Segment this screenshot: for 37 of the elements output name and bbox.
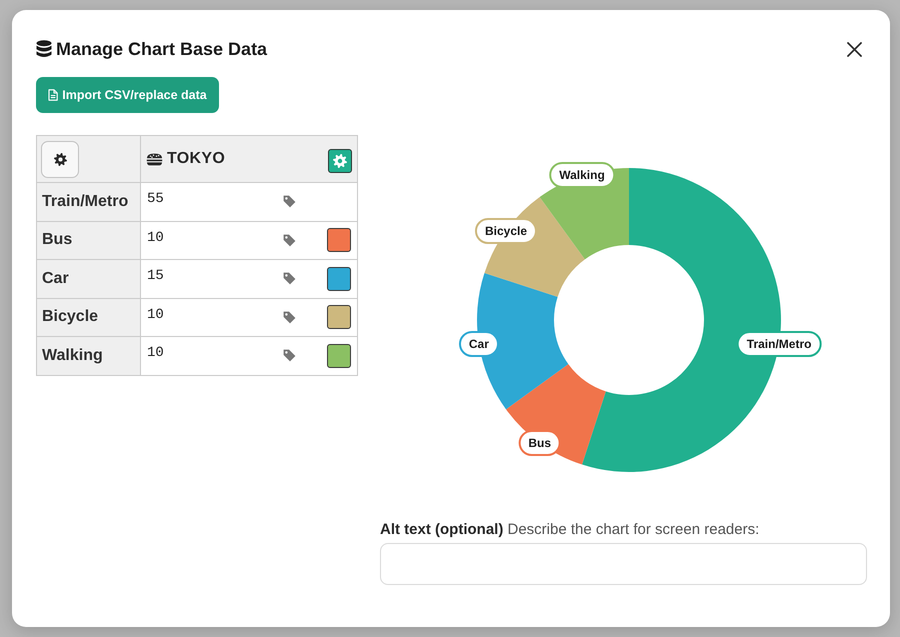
color-swatch[interactable] (327, 266, 351, 291)
slice-label: Bicycle (475, 218, 538, 244)
tag-icon[interactable] (283, 234, 296, 247)
row-label: Train/Metro (36, 182, 140, 221)
tag-icon[interactable] (283, 272, 296, 286)
tag-icon[interactable] (283, 349, 296, 362)
series-settings-button[interactable] (328, 149, 352, 173)
row-label: Bus (36, 221, 140, 260)
slice-label: Car (458, 330, 499, 357)
value-text[interactable]: 10 (147, 304, 164, 326)
burger-icon (146, 152, 163, 166)
dialog-title: Manage Chart Base Data (56, 38, 268, 60)
alt-text-field[interactable] (380, 543, 867, 585)
file-icon (48, 89, 58, 101)
settings-button[interactable] (41, 140, 79, 178)
color-swatch[interactable] (327, 305, 351, 330)
close-icon (847, 42, 862, 56)
row-label: Bicycle (36, 298, 140, 336)
row-label: Walking (36, 336, 140, 375)
slice-label: Walking (549, 162, 615, 188)
database-icon (36, 40, 52, 58)
slice-label: Bus (518, 430, 561, 456)
close-button[interactable] (847, 42, 862, 56)
value-text[interactable]: 10 (147, 343, 164, 364)
series-name: TOKYO (167, 149, 226, 169)
slice-label: Train/Metro (736, 330, 822, 357)
color-swatch[interactable] (327, 228, 351, 252)
gear-icon (54, 152, 66, 166)
row-label: Car (36, 260, 140, 298)
tag-icon[interactable] (283, 310, 296, 324)
value-text[interactable]: 55 (147, 189, 164, 210)
alt-text-label: Alt text (optional) Describe the chart for screen readers: (380, 520, 760, 540)
gear-icon (333, 154, 347, 168)
value-text[interactable]: 15 (147, 266, 164, 288)
color-swatch[interactable] (327, 344, 351, 368)
tag-icon[interactable] (283, 195, 296, 208)
value-text[interactable]: 10 (147, 228, 164, 249)
